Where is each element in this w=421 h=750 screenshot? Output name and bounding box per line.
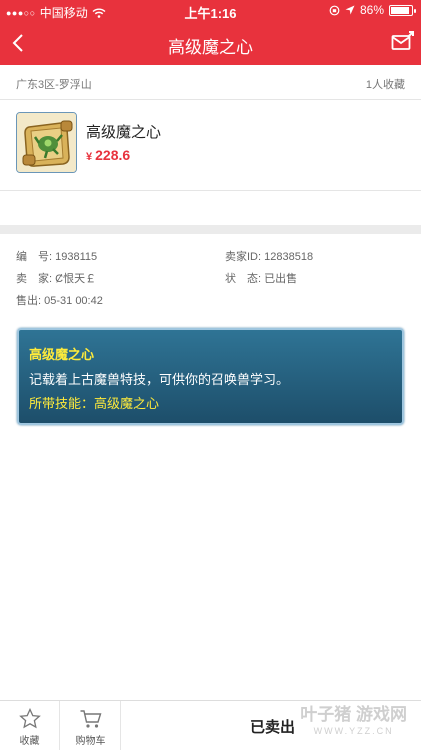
cart-icon (80, 710, 101, 728)
seller-label: 卖 家: (16, 273, 53, 285)
item-price: ¥228.6 (86, 147, 130, 163)
cart-button[interactable]: 购物车 (61, 701, 121, 750)
cart-label: 购物车 (75, 736, 106, 747)
watermark-sub: 游戏网 (356, 705, 407, 724)
page: ●●●○○ 中国移动 上午1:16 86% 高级魔之心 广东3区-罗浮山 1人收… (0, 0, 421, 750)
skill-title: 高级魔之心 (29, 347, 95, 362)
sold-time-label: 售出: (16, 295, 42, 307)
status-value: 已出售 (264, 273, 298, 285)
watermark-main: 叶子猪 (300, 705, 352, 724)
status: 状 态: 已出售 (225, 270, 297, 286)
seller-id-value: 12838518 (264, 251, 314, 263)
status-bar: ●●●○○ 中国移动 上午1:16 86% (0, 0, 421, 22)
server-name: 广东3区-罗浮山 (16, 79, 92, 91)
scroll-item-icon (16, 112, 77, 173)
watermark-url: WWW.YZZ.CN (313, 726, 394, 736)
location-arrow-icon (345, 5, 355, 15)
order-id-label: 编 号: (16, 251, 53, 263)
status-label: 状 态: (225, 273, 262, 285)
rotation-lock-icon (329, 5, 340, 15)
skill-description: 记载着上古魔兽特技，可供你的召唤兽学习。 (29, 372, 290, 387)
nav-bar: 高级魔之心 (0, 22, 421, 65)
seller-id: 卖家ID: 12838518 (225, 248, 313, 264)
divider (0, 99, 421, 100)
price-value: 228.6 (95, 147, 131, 163)
top-bar: ●●●○○ 中国移动 上午1:16 86% 高级魔之心 (0, 0, 421, 65)
favorite-button[interactable]: 收藏 (0, 701, 60, 750)
envelope-icon[interactable] (391, 30, 415, 54)
bottom-bar: 收藏 购物车 已卖出 叶子猪 游戏网 WWW.YZZ.CN (0, 700, 421, 750)
favorite-count: 1人收藏 (365, 79, 405, 91)
order-id: 编 号: 1938115 (16, 248, 97, 264)
star-icon (18, 708, 41, 729)
battery-percent: 86% (359, 3, 384, 17)
favorite-label: 收藏 (19, 736, 40, 747)
status-right: 86% (329, 3, 416, 17)
item-name: 高级魔之心 (86, 124, 162, 141)
sold-status: 已卖出 (249, 719, 295, 736)
seller-value: Ȼ恨天￡ (55, 273, 97, 285)
divider (0, 190, 421, 191)
seller-id-label: 卖家ID: (225, 251, 262, 263)
seller: 卖 家: Ȼ恨天￡ (16, 270, 96, 286)
page-title: 高级魔之心 (168, 38, 253, 57)
currency-symbol: ¥ (86, 151, 93, 163)
sold-time: 售出: 05-31 00:42 (16, 292, 103, 308)
watermark-logo: 叶子猪 游戏网 WWW.YZZ.CN (300, 705, 407, 739)
server-row: 广东3区-罗浮山 1人收藏 (16, 76, 405, 92)
section-gap (0, 225, 421, 234)
order-id-value: 1938115 (55, 251, 98, 263)
sold-time-value: 05-31 00:42 (44, 295, 103, 307)
skill-description-box: 高级魔之心 记载着上古魔兽特技，可供你的召唤兽学习。 所带技能：高级魔之心 (17, 328, 404, 425)
skill-line: 所带技能：高级魔之心 (29, 396, 160, 411)
battery-icon (389, 4, 416, 16)
